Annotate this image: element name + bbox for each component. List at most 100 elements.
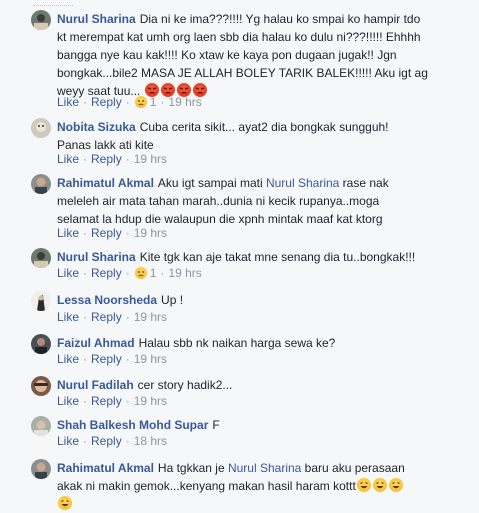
separator-dot: · [83, 310, 88, 324]
separator-dot: · [83, 226, 88, 240]
separator-dot: · [125, 226, 130, 240]
separator-dot: · [125, 310, 130, 324]
reply-link[interactable]: Reply [91, 226, 122, 240]
comment-text: F [212, 418, 220, 432]
comment-body: Nobita Sizuka Cuba cerita sikit... ayat2 … [57, 118, 469, 154]
avatar[interactable] [31, 10, 51, 30]
separator-dot: · [125, 95, 130, 109]
mention-link[interactable]: Nurul Sharina [266, 176, 339, 190]
comment-text-segment: rase nak [339, 176, 389, 190]
reply-link[interactable]: Reply [91, 434, 122, 448]
comment-timestamp[interactable]: 19 hrs [134, 310, 167, 324]
comment-body: Faizul Ahmad Halau sbb nk naikan harga se… [57, 334, 469, 352]
comment-body: Nurul Sharina Dia ni ke ima???!!!! Yg hal… [57, 10, 469, 100]
avatar[interactable] [31, 416, 51, 436]
separator-dot: · [83, 394, 88, 408]
reply-link[interactable]: Reply [91, 394, 122, 408]
laughing-emoji-icon [372, 478, 387, 492]
sad-reaction-icon[interactable] [134, 96, 147, 108]
comment-author[interactable]: Nurul Sharina [57, 250, 136, 264]
separator-dot: · [160, 95, 165, 109]
comment-text-line: Cuba cerita sikit... ayat2 dia bongkak s… [139, 120, 389, 134]
like-link[interactable]: Like [57, 352, 79, 366]
comment-body: Rahimatul Akmal Aku igt sampai mati Nurul… [57, 174, 469, 228]
like-link[interactable]: Like [57, 310, 79, 324]
comment-text-line: Panas lakk ati kite [57, 138, 154, 152]
like-link[interactable]: Like [57, 152, 79, 166]
comment-text-line: kt merempat kat umh org laen sbb dia hal… [57, 30, 421, 44]
comment-author[interactable]: Shah Balkesh Mohd Supar [57, 418, 208, 432]
laughing-emoji-icon [388, 478, 403, 492]
like-link[interactable]: Like [57, 394, 79, 408]
separator-dot: · [125, 434, 130, 448]
separator-dot: · [83, 434, 88, 448]
comment-body: Lessa Noorsheda Up ! [57, 291, 469, 309]
comment-timestamp[interactable]: 18 hrs [134, 434, 167, 448]
separator-dot: · [83, 95, 88, 109]
separator-dot: · [125, 352, 130, 366]
comment-author[interactable]: Nobita Sizuka [57, 120, 136, 134]
like-link[interactable]: Like [57, 226, 79, 240]
comment-text-line: akak ni makin gemok...kenyang makan hasi… [57, 479, 356, 493]
like-link[interactable]: Like [57, 266, 79, 280]
avatar[interactable] [31, 334, 51, 354]
comment-text-line: Dia ni ke ima???!!!! Yg halau ko smpai k… [139, 12, 421, 26]
comment-body: Rahimatul Akmal Ha tgkkan je Nurul Sharin… [57, 459, 469, 513]
comment-actions: Like · Reply · 19 hrs [57, 151, 167, 167]
comment-author[interactable]: Lessa Noorsheda [57, 293, 157, 307]
comment-text-segment: Aku igt sampai mati [157, 176, 266, 190]
like-link[interactable]: Like [57, 95, 79, 109]
separator-dot: · [125, 266, 130, 280]
comment-actions: Like · Reply · 19 hrs [57, 393, 167, 409]
thread-connector [33, 0, 73, 6]
comment-text: Up ! [161, 293, 184, 307]
comment-timestamp[interactable]: 19 hrs [134, 394, 167, 408]
reply-link[interactable]: Reply [91, 266, 122, 280]
avatar[interactable] [31, 459, 51, 479]
avatar[interactable] [31, 118, 51, 138]
like-link[interactable]: Like [57, 434, 79, 448]
separator-dot: · [83, 152, 88, 166]
avatar[interactable] [31, 248, 51, 268]
comment-actions: Like · Reply · 1 · 19 hrs [57, 94, 202, 110]
avatar[interactable] [31, 291, 51, 311]
comment-text-line: selamat la hdup die walaupun die xpnh mi… [57, 212, 383, 226]
comment-text: Kite tgk kan aje takat mne senang dia tu… [139, 250, 416, 264]
comment-text-line: bangga nye kau kak!!!! Ko xtaw ke kaya p… [57, 48, 397, 62]
comment-actions: Like · Reply · 19 hrs [57, 225, 167, 241]
comment-author[interactable]: Rahimatul Akmal [57, 176, 154, 190]
comment-actions: Like · Reply · 19 hrs [57, 309, 167, 325]
separator-dot: · [125, 394, 130, 408]
reply-link[interactable]: Reply [91, 152, 122, 166]
comment-text: Halau sbb nk naikan harga sewa ke? [138, 336, 336, 350]
comment-timestamp[interactable]: 19 hrs [134, 226, 167, 240]
comment-timestamp[interactable]: 19 hrs [168, 266, 201, 280]
comment-timestamp[interactable]: 19 hrs [168, 95, 201, 109]
comment-author[interactable]: Faizul Ahmad [57, 336, 135, 350]
reply-link[interactable]: Reply [91, 352, 122, 366]
reply-link[interactable]: Reply [91, 310, 122, 324]
sad-reaction-icon[interactable] [134, 267, 147, 279]
comment-author[interactable]: Nurul Fadilah [57, 378, 134, 392]
reply-link[interactable]: Reply [91, 95, 122, 109]
comment-text-line: bongkak...bile2 MASA JE ALLAH BOLEY TARI… [57, 66, 428, 80]
reaction-count[interactable]: 1 [150, 95, 157, 109]
comment-text: cer story hadik2... [137, 378, 233, 392]
comment-actions: Like · Reply · 1 · 19 hrs [57, 265, 202, 281]
comment-body: Nurul Fadilah cer story hadik2... [57, 376, 469, 394]
avatar[interactable] [31, 174, 51, 194]
avatar[interactable] [31, 376, 51, 396]
comment-actions: Like · Reply · 19 hrs [57, 351, 167, 367]
separator-dot: · [83, 352, 88, 366]
comment-actions: Like · Reply · 18 hrs [57, 433, 167, 449]
separator-dot: · [160, 266, 165, 280]
comment-body: Shah Balkesh Mohd Supar F [57, 416, 469, 434]
comment-author[interactable]: Nurul Sharina [57, 12, 136, 26]
separator-dot: · [83, 266, 88, 280]
comment-timestamp[interactable]: 19 hrs [134, 352, 167, 366]
comment-timestamp[interactable]: 19 hrs [134, 152, 167, 166]
reaction-count[interactable]: 1 [150, 266, 157, 280]
separator-dot: · [125, 152, 130, 166]
comment-author[interactable]: Rahimatul Akmal [57, 461, 154, 475]
mention-link[interactable]: Nurul Sharina [228, 461, 301, 475]
